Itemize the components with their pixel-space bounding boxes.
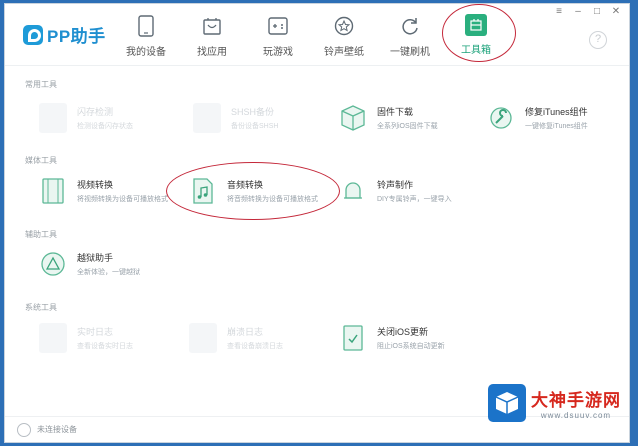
tool-desc: 全新体验，一键越狱 xyxy=(77,269,140,276)
connection-status: 未连接设备 xyxy=(37,425,77,434)
annotation-circle-toolbox xyxy=(442,4,516,62)
nav-ringtones-wallpapers[interactable]: 铃声壁纸 xyxy=(311,12,377,62)
phone-icon xyxy=(134,14,158,38)
bell-icon xyxy=(339,176,367,206)
watermark-url: www.dsuuv.com xyxy=(540,411,612,420)
nav-label: 铃声壁纸 xyxy=(324,47,364,58)
app-logo: PP助手 xyxy=(23,22,106,47)
tool-firmware-download[interactable]: 固件下载全系列iOS固件下载 xyxy=(339,101,438,135)
tool-desc: 将视频转换为设备可播放格式 xyxy=(77,196,168,203)
tool-name: 修复iTunes组件 xyxy=(525,107,588,117)
chip-icon xyxy=(39,103,67,133)
tool-desc: 备份设备SHSH xyxy=(231,123,279,130)
tool-name: 关闭iOS更新 xyxy=(377,327,429,337)
update-off-icon xyxy=(339,323,367,353)
tool-realtime-log[interactable]: 实时日志查看设备实时日志 xyxy=(39,321,133,355)
device-connection-icon xyxy=(17,422,31,437)
tool-name: 视频转换 xyxy=(77,180,114,190)
header: PP助手 我的设备 找应用 玩游戏 铃声壁纸 一键刷机 工具箱 ≡ – □ ✕ … xyxy=(5,4,629,66)
tool-disable-ios-update[interactable]: 关闭iOS更新阻止iOS系统自动更新 xyxy=(339,321,445,355)
maximize-button[interactable]: □ xyxy=(592,7,602,17)
section-title: 系统工具 xyxy=(25,303,57,312)
tool-name: 越狱助手 xyxy=(77,253,114,263)
help-button[interactable]: ? xyxy=(589,31,607,49)
shield-icon xyxy=(193,103,221,133)
nav-label: 找应用 xyxy=(197,47,227,58)
tool-desc: 一键修复iTunes组件 xyxy=(525,123,588,130)
tool-name: 固件下载 xyxy=(377,107,414,117)
bag-icon xyxy=(200,14,224,38)
crash-log-icon xyxy=(189,323,217,353)
tool-crash-log[interactable]: 崩溃日志查看设备崩溃日志 xyxy=(189,321,283,355)
annotation-ellipse-audio xyxy=(166,162,340,220)
window-controls: ≡ – □ ✕ xyxy=(554,7,621,17)
section-title: 常用工具 xyxy=(25,80,57,89)
nav-find-apps[interactable]: 找应用 xyxy=(179,12,245,62)
film-icon xyxy=(39,176,67,206)
tool-shsh-backup[interactable]: SHSH备份 备份设备SHSH xyxy=(193,101,278,135)
assistant-icon xyxy=(39,249,67,279)
toolbox-content: 常用工具 闪存检测检测设备闪存状态 SHSH备份 备份设备SHSH 固件下载全系列… xyxy=(5,67,629,417)
tool-desc: 查看设备实时日志 xyxy=(77,343,133,350)
tool-desc: 查看设备崩溃日志 xyxy=(227,343,283,350)
tool-name: SHSH备份 xyxy=(231,107,275,117)
tool-desc: 全系列iOS固件下载 xyxy=(377,123,438,130)
tool-desc: DIY专属铃声，一键导入 xyxy=(377,196,452,203)
tool-repair-itunes[interactable]: 修复iTunes组件 一键修复iTunes组件 xyxy=(487,101,588,135)
nav-one-click-flash[interactable]: 一键刷机 xyxy=(377,12,443,62)
tool-name: 实时日志 xyxy=(77,327,114,337)
nav-label: 我的设备 xyxy=(126,47,166,58)
tool-desc: 阻止iOS系统自动更新 xyxy=(377,343,445,350)
tool-flash-check[interactable]: 闪存检测检测设备闪存状态 xyxy=(39,101,133,135)
gamepad-icon xyxy=(266,14,290,38)
box-icon xyxy=(339,103,367,133)
tool-name: 铃声制作 xyxy=(377,180,414,190)
nav-my-device[interactable]: 我的设备 xyxy=(113,12,179,62)
cube-logo-icon xyxy=(488,384,526,422)
refresh-icon xyxy=(398,14,422,38)
star-icon xyxy=(332,14,356,38)
section-title: 媒体工具 xyxy=(25,156,57,165)
watermark-title: 大神手游网 xyxy=(531,391,621,410)
tool-name: 闪存检测 xyxy=(77,107,114,117)
tool-desc: 检测设备闪存状态 xyxy=(77,123,133,130)
app-window: PP助手 我的设备 找应用 玩游戏 铃声壁纸 一键刷机 工具箱 ≡ – □ ✕ … xyxy=(4,3,630,443)
tool-name: 崩溃日志 xyxy=(227,327,264,337)
minimize-button[interactable]: – xyxy=(573,7,583,17)
watermark: 大神手游网 www.dsuuv.com xyxy=(488,384,621,422)
tool-ringtone-maker[interactable]: 铃声制作 DIY专属铃声，一键导入 xyxy=(339,174,452,208)
tool-jailbreak-assistant[interactable]: 越狱助手全新体验，一键越狱 xyxy=(39,247,140,281)
nav-label: 一键刷机 xyxy=(390,47,430,58)
menu-button[interactable]: ≡ xyxy=(554,7,564,17)
section-title: 辅助工具 xyxy=(25,230,57,239)
app-title: PP助手 xyxy=(47,27,106,46)
close-button[interactable]: ✕ xyxy=(611,7,621,17)
pp-logo-icon xyxy=(23,24,43,45)
tool-video-convert[interactable]: 视频转换将视频转换为设备可播放格式 xyxy=(39,174,168,208)
wrench-icon xyxy=(487,103,515,133)
nav-label: 玩游戏 xyxy=(263,47,293,58)
log-icon xyxy=(39,323,67,353)
nav-games[interactable]: 玩游戏 xyxy=(245,12,311,62)
